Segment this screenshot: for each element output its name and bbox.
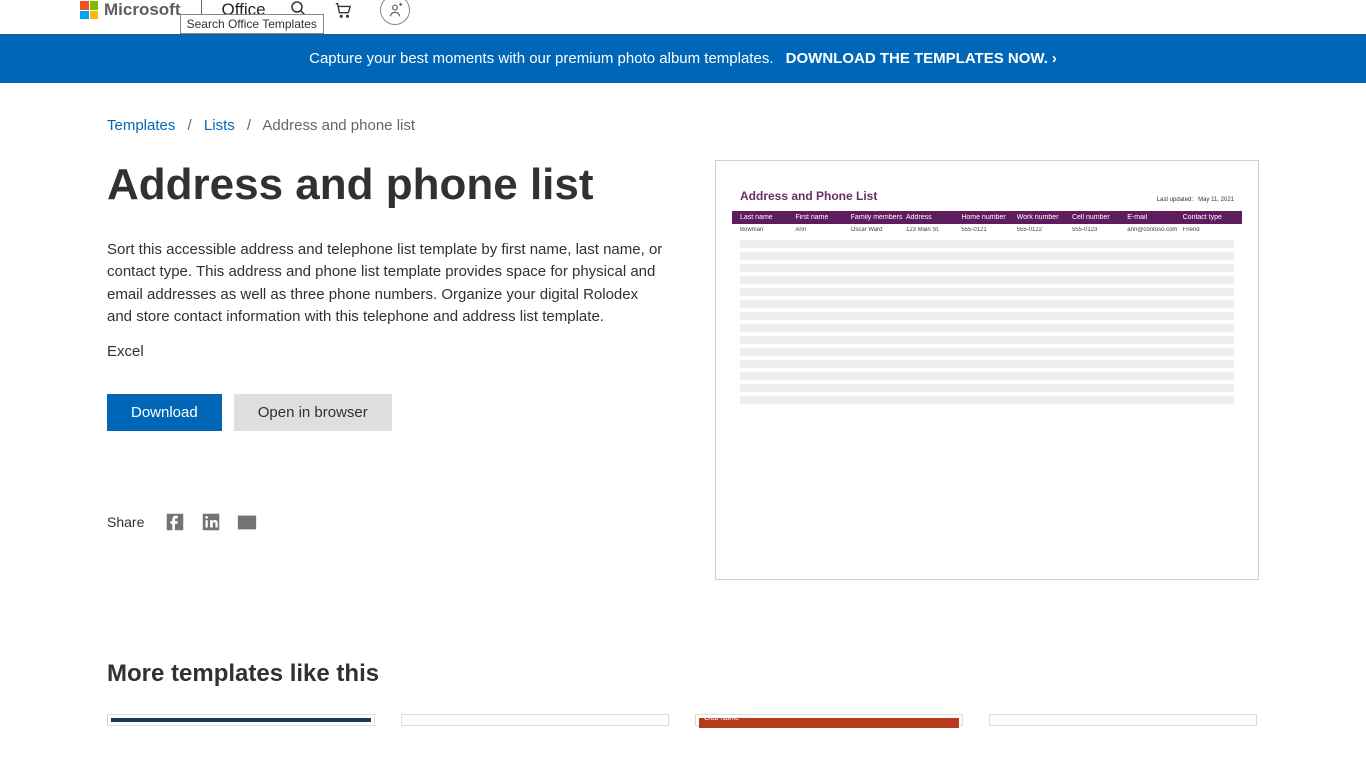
- preview-data-row: BowmanAnnOscar Ward123 Main St.555-01215…: [732, 224, 1242, 236]
- download-button[interactable]: Download: [107, 394, 222, 431]
- template-card[interactable]: [401, 714, 669, 726]
- microsoft-logo[interactable]: Microsoft: [80, 0, 181, 20]
- search-tooltip: Search Office Templates: [180, 14, 324, 34]
- app-label: Excel: [107, 343, 667, 360]
- cart-icon[interactable]: [334, 1, 352, 19]
- banner-text: Capture your best moments with our premi…: [309, 50, 773, 67]
- promo-banner: Capture your best moments with our premi…: [0, 34, 1366, 83]
- page-title: Address and phone list: [107, 160, 667, 211]
- brand-text: Microsoft: [104, 0, 181, 20]
- preview-updated: Last updated: May 11, 2021: [1157, 197, 1234, 203]
- template-card[interactable]: [107, 714, 375, 726]
- user-icon[interactable]: [380, 0, 410, 25]
- linkedin-icon[interactable]: [200, 511, 222, 533]
- template-preview: Address and Phone List Last updated: May…: [715, 160, 1259, 580]
- breadcrumb: Templates / Lists / Address and phone li…: [107, 117, 1259, 134]
- chevron-right-icon: ›: [1052, 50, 1057, 67]
- microsoft-squares-icon: [80, 1, 98, 19]
- more-heading: More templates like this: [107, 660, 1259, 688]
- share-label: Share: [107, 514, 144, 530]
- template-card[interactable]: Club Name: [695, 714, 963, 726]
- template-card[interactable]: [989, 714, 1257, 726]
- preview-header-row: Last nameFirst nameFamily membersAddress…: [732, 211, 1242, 224]
- breadcrumb-templates[interactable]: Templates: [107, 117, 175, 134]
- breadcrumb-lists[interactable]: Lists: [204, 117, 235, 134]
- open-in-browser-button[interactable]: Open in browser: [234, 394, 392, 431]
- breadcrumb-current: Address and phone list: [262, 117, 415, 134]
- facebook-icon[interactable]: [164, 511, 186, 533]
- mail-icon[interactable]: [236, 511, 258, 533]
- page-description: Sort this accessible address and telepho…: [107, 239, 667, 329]
- preview-title: Address and Phone List: [740, 189, 877, 203]
- banner-cta[interactable]: DOWNLOAD THE TEMPLATES NOW.›: [786, 50, 1057, 67]
